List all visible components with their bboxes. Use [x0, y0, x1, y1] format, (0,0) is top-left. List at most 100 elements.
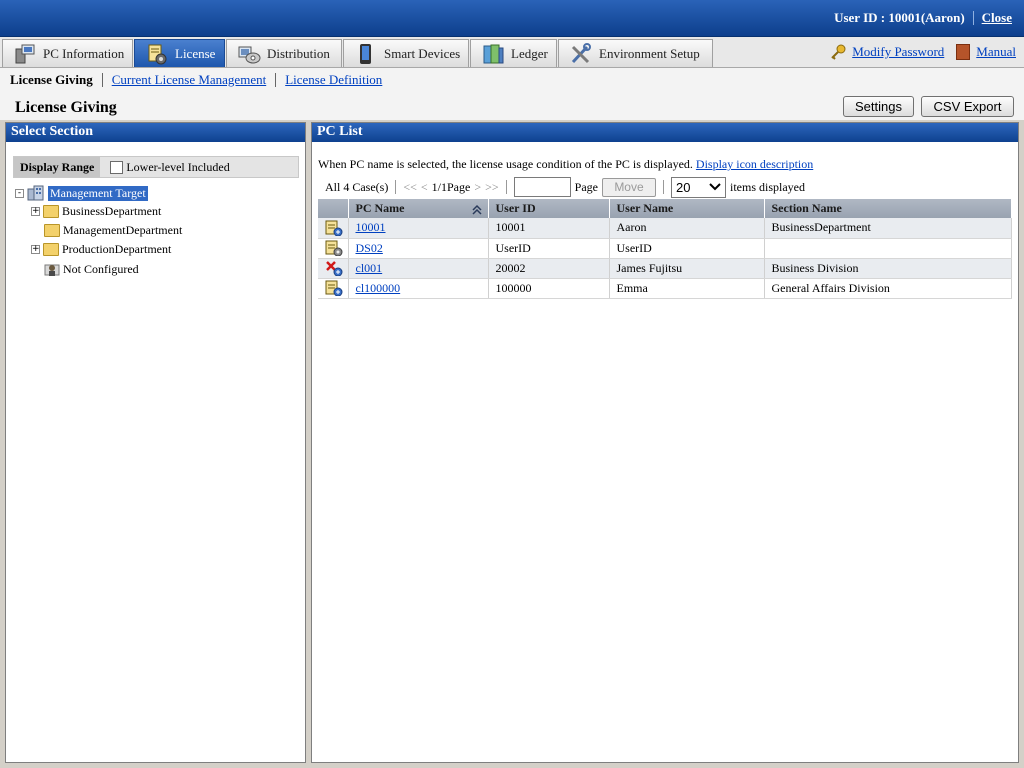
expand-icon[interactable]: +: [31, 207, 40, 216]
tree-node-management-department[interactable]: ManagementDepartment: [44, 223, 182, 238]
description-text: When PC name is selected, the license us…: [318, 157, 693, 171]
settings-button[interactable]: Settings: [843, 96, 914, 117]
user-id-label: User ID : 10001(Aaron): [834, 10, 965, 25]
section-name-cell: [764, 238, 1012, 259]
tab-pc-information[interactable]: PC Information: [2, 39, 133, 67]
pc-name-link[interactable]: cl100000: [356, 281, 401, 295]
tree-label: BusinessDepartment: [62, 204, 162, 218]
tab-ledger[interactable]: Ledger: [470, 39, 557, 67]
column-header-section-name[interactable]: Section Name: [764, 199, 1012, 218]
icon-column-header: [318, 199, 349, 218]
section-name-cell: Business Division: [764, 258, 1012, 279]
pc-name-link[interactable]: cl001: [356, 261, 383, 275]
table-header-row: PC Name User ID User Name Section Name: [318, 199, 1012, 218]
checkbox-box[interactable]: [110, 160, 124, 174]
tree-label: Management Target: [48, 185, 148, 201]
user-name-cell: UserID: [609, 238, 765, 259]
pc-settings-icon: [325, 240, 343, 257]
first-page-button[interactable]: <<: [403, 180, 417, 195]
close-link[interactable]: Close: [982, 10, 1012, 26]
row-icon-cell: [318, 278, 349, 299]
tree-node-business-department[interactable]: + BusinessDepartment: [31, 204, 161, 219]
folder-icon: [43, 205, 59, 218]
column-header-user-id[interactable]: User ID: [488, 199, 610, 218]
tab-label: Environment Setup: [599, 45, 700, 61]
tools-icon: [571, 42, 591, 63]
column-header-label: PC Name: [355, 201, 405, 215]
tab-license[interactable]: License: [134, 39, 225, 67]
building-icon: [27, 185, 44, 201]
user-id-cell: UserID: [488, 238, 610, 259]
tab-smart-devices[interactable]: Smart Devices: [343, 39, 469, 67]
folder-icon: [44, 224, 60, 237]
collapse-icon[interactable]: -: [15, 188, 24, 198]
pc-name-cell[interactable]: cl100000: [348, 278, 489, 299]
pc-list-panel: PC List When PC name is selected, the li…: [311, 122, 1019, 763]
tree-node-management-target[interactable]: - Management Target: [15, 185, 148, 201]
display-range-bar: Display Range Lower-level Included: [13, 156, 299, 178]
column-header-user-name[interactable]: User Name: [609, 199, 765, 218]
tree-node-not-configured[interactable]: Not Configured: [44, 261, 139, 277]
user-id-cell: 100000: [488, 278, 610, 299]
license-definition-link[interactable]: License Definition: [285, 72, 382, 88]
display-icon-description-link[interactable]: Display icon description: [696, 157, 813, 171]
pc-error-icon: [326, 261, 343, 277]
smart-device-icon: [360, 43, 371, 64]
table-row: 10001 10001 Aaron BusinessDepartment: [318, 218, 1012, 239]
lower-level-checkbox[interactable]: Lower-level Included: [110, 160, 230, 175]
user-info: User ID : 10001(Aaron) Close: [834, 10, 1012, 26]
manual-link[interactable]: Manual: [976, 44, 1016, 60]
tree-node-production-department[interactable]: + ProductionDepartment: [31, 242, 171, 257]
sub-navigation: License Giving Current License Managemen…: [0, 68, 1024, 92]
pagination-bar: All 4 Case(s) << < 1/1Page > >> Page Mov…: [325, 176, 805, 198]
pc-list-description: When PC name is selected, the license us…: [318, 157, 813, 172]
tab-environment-setup[interactable]: Environment Setup: [558, 39, 713, 67]
column-header-pc-name[interactable]: PC Name: [348, 199, 489, 218]
pc-license-icon: [325, 280, 343, 297]
section-name-cell: General Affairs Division: [764, 278, 1012, 299]
page-title: License Giving: [15, 99, 117, 116]
pc-table: PC Name User ID User Name Section Name 1…: [318, 199, 1012, 299]
panel-title: Select Section: [6, 123, 305, 142]
pc-name-cell[interactable]: DS02: [348, 238, 489, 259]
page-number-input[interactable]: [513, 177, 571, 197]
modify-password-link[interactable]: Modify Password: [852, 44, 944, 60]
unconfigured-folder-icon: [44, 264, 60, 276]
next-page-button[interactable]: >: [474, 180, 481, 195]
section-name-cell: BusinessDepartment: [764, 218, 1012, 239]
tab-label: License: [175, 45, 216, 61]
sort-ascending-icon[interactable]: [471, 204, 482, 216]
prev-page-button[interactable]: <: [421, 180, 428, 195]
divider: [505, 180, 507, 194]
expand-icon[interactable]: +: [31, 245, 40, 254]
items-per-page-select[interactable]: 20: [670, 176, 726, 198]
license-icon: [148, 44, 167, 64]
csv-export-button[interactable]: CSV Export: [921, 96, 1014, 117]
table-row: DS02 UserID UserID: [318, 238, 1012, 259]
pc-name-cell[interactable]: cl001: [348, 258, 489, 279]
tree-label: ProductionDepartment: [62, 242, 172, 256]
items-per-page-value: 20: [675, 179, 691, 195]
pc-name-cell[interactable]: 10001: [348, 218, 489, 239]
current-license-management-link[interactable]: Current License Management: [112, 72, 267, 88]
last-page-button[interactable]: >>: [485, 180, 499, 195]
move-button[interactable]: Move: [601, 177, 656, 197]
manual-book-icon: [956, 44, 971, 60]
pc-name-link[interactable]: DS02: [356, 241, 383, 255]
user-name-cell: James Fujitsu: [609, 258, 765, 279]
folder-icon: [43, 243, 59, 256]
tab-distribution[interactable]: Distribution: [226, 39, 342, 67]
table-row: cl001 20002 James Fujitsu Business Divis…: [318, 258, 1012, 279]
items-displayed-label: items displayed: [729, 179, 805, 194]
row-icon-cell: [318, 218, 349, 239]
divider: [662, 180, 664, 194]
ledger-icon: [483, 44, 504, 63]
divider: [395, 180, 397, 194]
user-name-cell: Aaron: [609, 218, 765, 239]
divider: [101, 73, 103, 87]
row-icon-cell: [318, 258, 349, 279]
pc-name-link[interactable]: 10001: [356, 220, 386, 234]
user-id-cell: 20002: [488, 258, 610, 279]
tab-label: Smart Devices: [384, 45, 461, 61]
divider: [275, 73, 277, 87]
